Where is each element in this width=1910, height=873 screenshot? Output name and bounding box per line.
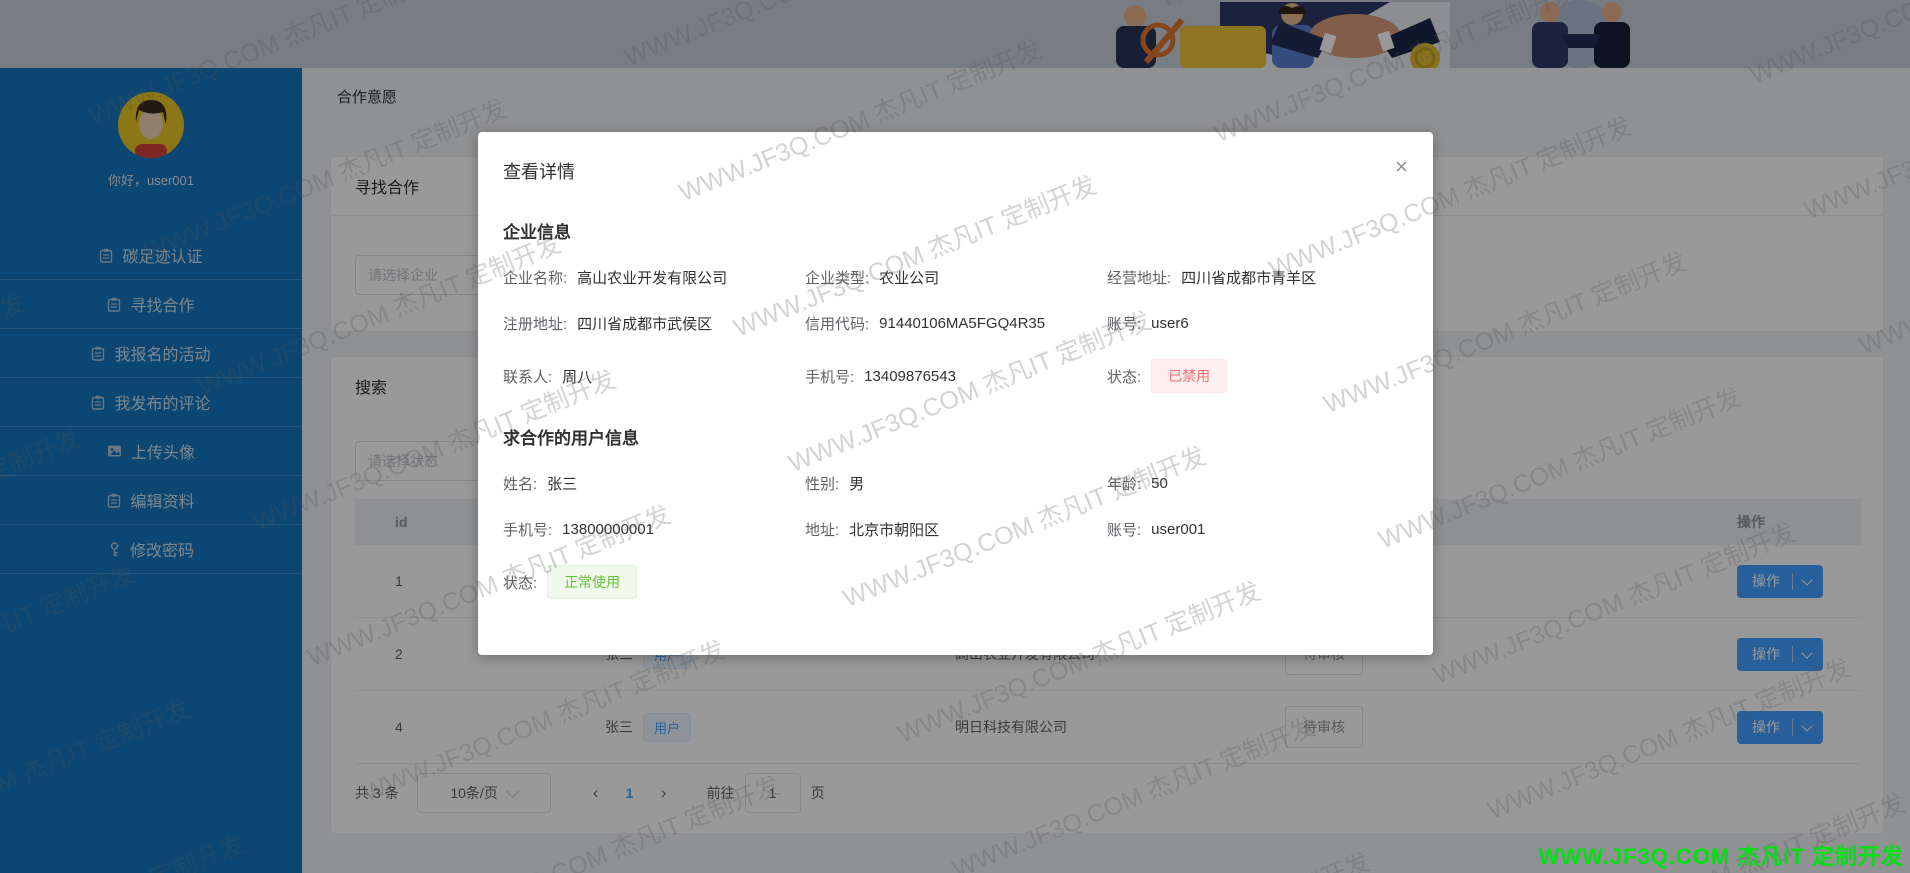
- field-value: 91440106MA5FGQ4R35: [879, 315, 1046, 332]
- field-value: 男: [849, 476, 865, 493]
- field-value: user6: [1151, 315, 1189, 332]
- company-info-grid: 企业名称: 高山农业开发有限公司 企业类型: 农业公司 经营地址: 四川省成都市青羊区…: [503, 267, 1409, 418]
- user-section-heading: 求合作的用户信息: [503, 429, 639, 448]
- field-value: 四川省成都市青羊区: [1181, 270, 1317, 287]
- field-label: 企业名称:: [503, 270, 568, 287]
- field-value: 50: [1151, 475, 1168, 492]
- field-label: 年龄:: [1107, 476, 1142, 493]
- field-value: 农业公司: [879, 270, 940, 287]
- field-value: user001: [1151, 521, 1206, 538]
- user-info-grid: 姓名: 张三 性别: 男 年龄: 50 手机号: 13800000001 地址: 北京市朝…: [503, 473, 1409, 624]
- field-label: 手机号:: [503, 522, 553, 539]
- field-label: 地址:: [805, 522, 840, 539]
- field-label: 联系人:: [503, 368, 553, 386]
- field-value: 高山农业开发有限公司: [577, 270, 728, 287]
- field-value: 张三: [547, 476, 578, 493]
- field-value: 四川省成都市武侯区: [577, 316, 713, 333]
- field-value: 13409876543: [864, 367, 956, 385]
- field-label: 账号:: [1107, 316, 1142, 333]
- field-value: 北京市朝阳区: [849, 522, 940, 539]
- field-label: 企业类型:: [805, 270, 870, 287]
- field-label: 状态:: [503, 574, 538, 592]
- field-value: 13800000001: [562, 521, 654, 538]
- field-label: 注册地址:: [503, 316, 568, 333]
- field-value: 周八: [562, 368, 593, 386]
- field-label: 账号:: [1107, 522, 1142, 539]
- detail-dialog: 查看详情 × 企业信息 企业名称: 高山农业开发有限公司 企业类型: 农业公司 经营…: [478, 132, 1433, 655]
- company-section-heading: 企业信息: [503, 223, 571, 242]
- app-root: 你好，user001 碳足迹认证 寻找合作 我报名的活动 我发布的评论 上传头像: [0, 0, 1910, 873]
- close-icon[interactable]: ×: [1395, 156, 1408, 178]
- field-label: 信用代码:: [805, 316, 870, 333]
- field-label: 性别:: [805, 476, 840, 493]
- field-label: 姓名:: [503, 476, 538, 493]
- status-badge-normal: 正常使用: [547, 565, 638, 599]
- field-label: 经营地址:: [1107, 270, 1172, 287]
- dialog-title: 查看详情: [503, 162, 575, 182]
- status-badge-disabled: 已禁用: [1151, 359, 1228, 393]
- field-label: 状态:: [1107, 368, 1142, 386]
- field-label: 手机号:: [805, 368, 855, 386]
